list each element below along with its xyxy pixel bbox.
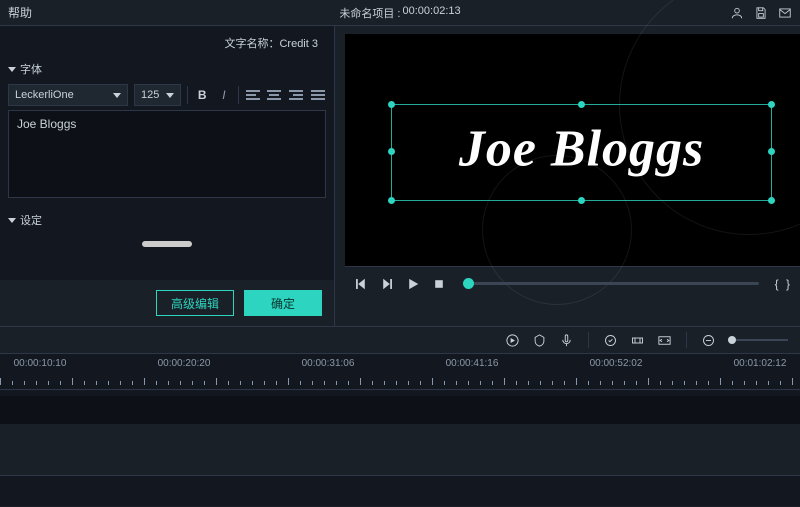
expand-icon[interactable] bbox=[657, 333, 672, 348]
seek-bar[interactable] bbox=[463, 282, 759, 285]
resize-handle[interactable] bbox=[388, 197, 395, 204]
font-size-value: 125 bbox=[141, 89, 159, 101]
align-center-button[interactable] bbox=[267, 86, 283, 104]
preview-canvas[interactable]: Joe Bloggs bbox=[345, 34, 800, 266]
time-label: 00:00:10:10 bbox=[14, 358, 67, 369]
zoom-thumb[interactable] bbox=[728, 336, 736, 344]
preview-text: Joe Bloggs bbox=[392, 120, 771, 179]
prev-frame-button[interactable] bbox=[353, 276, 369, 292]
time-label: 00:00:41:16 bbox=[446, 358, 499, 369]
timeline-tracks[interactable] bbox=[0, 396, 800, 476]
text-selection-box[interactable]: Joe Bloggs bbox=[391, 104, 772, 201]
font-size-select[interactable]: 125 bbox=[134, 84, 181, 106]
marker-icon[interactable] bbox=[532, 333, 547, 348]
resize-handle[interactable] bbox=[578, 197, 585, 204]
advanced-edit-button[interactable]: 高级编辑 bbox=[156, 290, 234, 316]
chevron-down-icon bbox=[8, 218, 16, 223]
chevron-down-icon bbox=[113, 93, 121, 98]
voiceover-icon[interactable] bbox=[559, 333, 574, 348]
timeline-toolbar bbox=[0, 326, 800, 354]
bold-button[interactable]: B bbox=[194, 86, 210, 104]
settings-section-header[interactable]: 设定 bbox=[8, 209, 326, 231]
time-label: 00:01:02:12 bbox=[734, 358, 787, 369]
italic-button[interactable]: I bbox=[216, 86, 232, 104]
resize-handle[interactable] bbox=[768, 101, 775, 108]
resize-handle[interactable] bbox=[388, 101, 395, 108]
next-frame-button[interactable] bbox=[379, 276, 395, 292]
chevron-down-icon bbox=[8, 67, 16, 72]
text-name-value: Credit 3 bbox=[279, 38, 318, 50]
panel-scrollbar[interactable] bbox=[142, 241, 192, 247]
zoom-slider[interactable] bbox=[728, 339, 788, 341]
timeline-track[interactable] bbox=[0, 396, 800, 424]
text-editor-panel: 文字名称：Credit 3 字体 LeckerliOne 125 bbox=[0, 26, 335, 326]
time-label: 00:00:20:20 bbox=[158, 358, 211, 369]
timeline: 00:00:10:10 00:00:20:20 00:00:31:06 00:00:4… bbox=[0, 354, 800, 506]
time-ruler[interactable]: 00:00:10:10 00:00:20:20 00:00:31:06 00:00:4… bbox=[0, 354, 800, 390]
link-icon[interactable] bbox=[603, 333, 618, 348]
seek-thumb[interactable] bbox=[463, 278, 474, 289]
align-left-button[interactable] bbox=[245, 86, 261, 104]
play-button[interactable] bbox=[405, 276, 421, 292]
preview-panel: Joe Bloggs { } bbox=[335, 26, 800, 326]
bracket-indicator: { } bbox=[775, 277, 792, 291]
text-content-input[interactable] bbox=[8, 110, 326, 198]
font-family-value: LeckerliOne bbox=[15, 89, 74, 101]
align-justify-button[interactable] bbox=[310, 86, 326, 104]
menu-help[interactable]: 帮助 bbox=[8, 4, 32, 21]
chevron-down-icon bbox=[166, 93, 174, 98]
settings-section-label: 设定 bbox=[20, 212, 42, 228]
record-icon[interactable] bbox=[505, 333, 520, 348]
font-section-header[interactable]: 字体 bbox=[8, 58, 326, 80]
project-timecode: 00:00:02:13 bbox=[403, 5, 461, 21]
time-label: 00:00:52:02 bbox=[590, 358, 643, 369]
stop-button[interactable] bbox=[431, 276, 447, 292]
font-family-select[interactable]: LeckerliOne bbox=[8, 84, 128, 106]
font-section-label: 字体 bbox=[20, 61, 42, 77]
resize-handle[interactable] bbox=[578, 101, 585, 108]
text-name-label: 文字名称： bbox=[224, 38, 279, 50]
time-label: 00:00:31:06 bbox=[302, 358, 355, 369]
project-title: 未命名项目 : bbox=[339, 5, 400, 21]
resize-handle[interactable] bbox=[768, 197, 775, 204]
ok-button[interactable]: 确定 bbox=[244, 290, 322, 316]
adjust-icon[interactable] bbox=[630, 333, 645, 348]
zoom-out-button[interactable] bbox=[701, 333, 716, 348]
align-right-button[interactable] bbox=[288, 86, 304, 104]
